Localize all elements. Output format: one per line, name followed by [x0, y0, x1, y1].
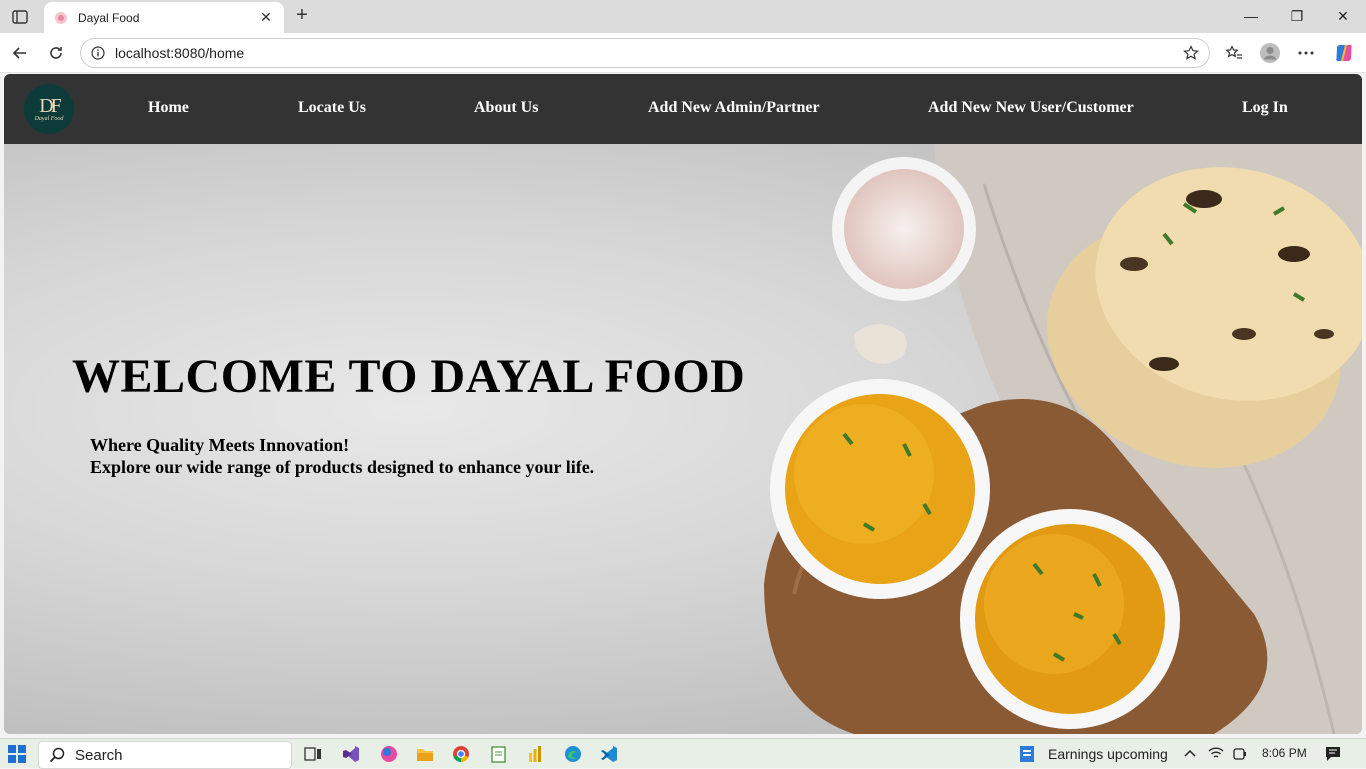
hero-section: WELCOME TO DAYAL FOOD Where Quality Meet…: [4, 144, 1362, 734]
logo-subtitle: Dayal Food: [34, 116, 64, 122]
battery-icon[interactable]: [1232, 746, 1248, 762]
nav-add-user-link[interactable]: Add New New User/Customer: [928, 99, 1134, 117]
dayal-food-logo[interactable]: DF Dayal Food: [24, 84, 74, 134]
chevron-up-icon[interactable]: [1184, 748, 1196, 758]
windows-taskbar: Search Earnings upcoming 8:06 PM: [0, 738, 1366, 769]
nav-about-link[interactable]: About Us: [474, 99, 538, 117]
address-bar[interactable]: localhost:8080/home: [80, 38, 1210, 68]
site-info-icon[interactable]: [91, 46, 105, 60]
nav-locate-link[interactable]: Locate Us: [298, 99, 366, 117]
nav-home-link[interactable]: Home: [148, 99, 189, 117]
search-label: Search: [75, 746, 123, 764]
more-menu-icon[interactable]: [1294, 41, 1318, 65]
nav-add-admin-link[interactable]: Add New Admin/Partner: [648, 99, 820, 117]
file-explorer-icon[interactable]: [414, 744, 436, 764]
nav-login-link[interactable]: Log In: [1242, 99, 1288, 117]
new-tab-button[interactable]: +: [292, 5, 312, 25]
news-widget-text[interactable]: Earnings upcoming: [1048, 746, 1168, 762]
notepad-icon[interactable]: [488, 744, 510, 764]
page-viewport: DF Dayal Food Home Locate Us About Us Ad…: [4, 74, 1362, 734]
hero-title: WELCOME TO DAYAL FOOD: [72, 350, 746, 403]
favicon-icon: [55, 11, 67, 24]
food-hero-image: [764, 144, 1362, 734]
hero-tagline: Where Quality Meets Innovation!: [90, 435, 350, 455]
back-arrow-icon[interactable]: [8, 41, 32, 65]
close-window-button[interactable]: ✕: [1328, 6, 1358, 26]
tab-close-icon[interactable]: ✕: [258, 9, 274, 26]
taskbar-search-box[interactable]: Search: [38, 741, 292, 769]
favorite-star-icon[interactable]: [1183, 45, 1199, 61]
hero-description: Explore our wide range of products desig…: [90, 457, 595, 477]
sidebar-toggle-icon[interactable]: [8, 6, 32, 28]
windows-start-icon[interactable]: [8, 745, 26, 763]
browser-tab-active[interactable]: Dayal Food ✕: [44, 2, 284, 33]
browser-toolbar: localhost:8080/home: [0, 33, 1366, 73]
wifi-icon[interactable]: [1208, 746, 1224, 760]
news-widget-icon[interactable]: [1018, 744, 1038, 764]
chrome-icon[interactable]: [450, 744, 472, 764]
favorites-icon[interactable]: [1222, 41, 1246, 65]
url-text: localhost:8080/home: [115, 45, 245, 61]
vscode-icon[interactable]: [598, 744, 620, 764]
browser-tab-strip: Dayal Food ✕ + — ❐ ✕: [0, 0, 1366, 33]
notification-icon[interactable]: [1324, 745, 1342, 763]
edge-icon[interactable]: [562, 744, 584, 764]
copilot-taskbar-icon[interactable]: [378, 744, 400, 764]
tab-title: Dayal Food: [78, 10, 140, 25]
profile-avatar-icon[interactable]: [1258, 41, 1282, 65]
reload-icon[interactable]: [44, 41, 68, 65]
clock-time[interactable]: 8:06 PM: [1262, 746, 1307, 760]
power-bi-icon[interactable]: [524, 744, 546, 764]
search-icon: [49, 747, 65, 763]
hero-subtitle: Where Quality Meets Innovation! Explore …: [90, 434, 594, 478]
copilot-icon[interactable]: [1332, 41, 1356, 65]
visual-studio-icon[interactable]: [340, 744, 362, 764]
minimize-button[interactable]: —: [1236, 6, 1266, 26]
task-view-icon[interactable]: [302, 744, 324, 764]
site-navbar: DF Dayal Food Home Locate Us About Us Ad…: [4, 74, 1362, 144]
logo-mark: DF: [39, 95, 62, 117]
maximize-button[interactable]: ❐: [1282, 6, 1312, 26]
